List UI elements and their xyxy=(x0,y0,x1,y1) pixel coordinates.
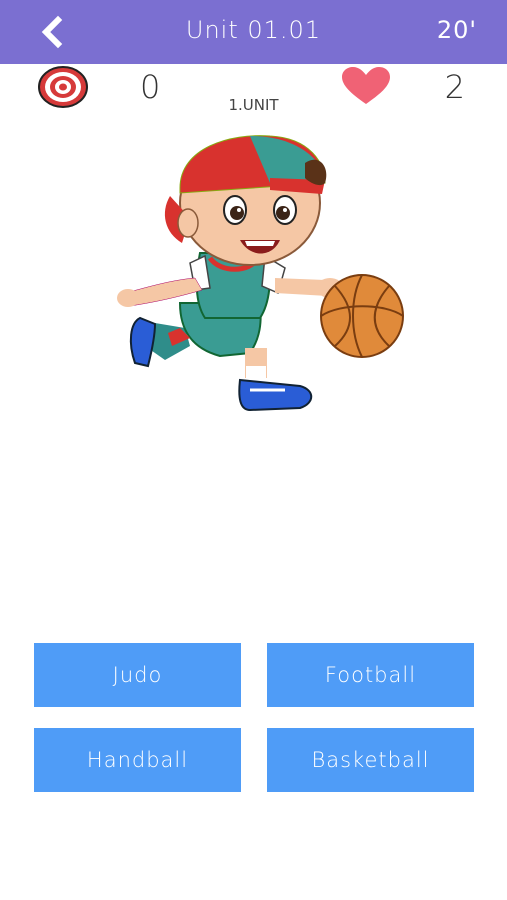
boy-basketball-illustration xyxy=(117,135,404,412)
answer-button-football[interactable]: Football xyxy=(267,643,474,707)
page-title: Unit 01.01 xyxy=(185,16,322,44)
unit-label: 1.UNIT xyxy=(228,96,279,114)
top-bar: Unit 01.01 20' xyxy=(0,0,507,64)
timer-text: 20' xyxy=(436,16,477,44)
answer-button-handball[interactable]: Handball xyxy=(34,728,241,792)
answer-button-judo[interactable]: Judo xyxy=(34,643,241,707)
answer-button-basketball[interactable]: Basketball xyxy=(267,728,474,792)
